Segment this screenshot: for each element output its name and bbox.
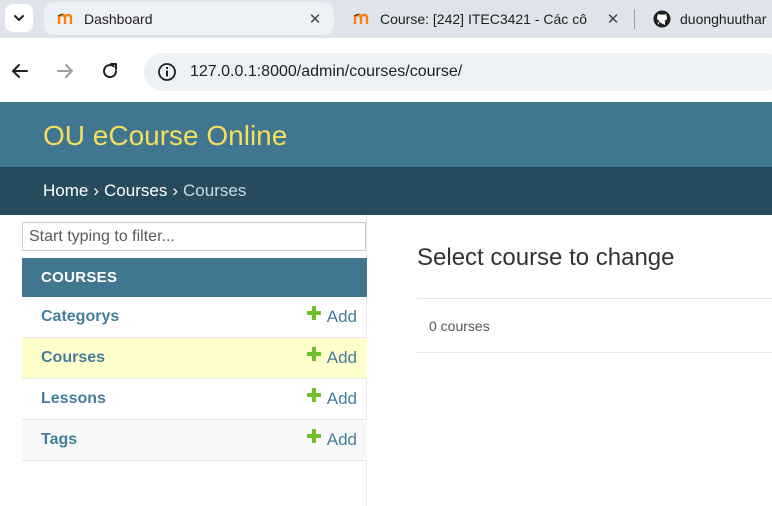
add-label: Add [326, 389, 357, 408]
add-label: Add [326, 307, 357, 326]
result-list: 0 courses [417, 298, 772, 353]
add-label: Add [326, 430, 357, 449]
result-count: 0 courses [429, 317, 490, 334]
url-text: 127.0.0.1:8000/admin/courses/course/ [190, 63, 463, 80]
plus-icon [306, 388, 321, 402]
plus-icon [306, 347, 321, 361]
info-icon[interactable] [156, 61, 178, 83]
nav-sidebar: Start typing to filter... COURSES Catego… [21, 215, 367, 506]
breadcrumb-current: Courses [183, 181, 247, 200]
tab-course-itec3421[interactable]: Course: [242] ITEC3421 - Các cô ✕ [340, 0, 632, 38]
module-caption-courses[interactable]: COURSES [22, 258, 367, 297]
tab-title: Dashboard [84, 10, 153, 27]
site-branding[interactable]: OU eCourse Online [43, 120, 287, 152]
sidebar-item-tags: Tags Add [22, 420, 367, 461]
tab-title: duonghuuthar [680, 11, 767, 27]
close-icon[interactable]: ✕ [304, 10, 326, 28]
browser-tab-strip: Dashboard ✕ Course: [242] ITEC3421 - Các… [0, 0, 772, 38]
sidebar-item-courses: Courses Add [22, 338, 367, 379]
arrow-right-icon [57, 64, 73, 78]
forward-button[interactable] [52, 58, 78, 84]
tab-search-button[interactable] [5, 4, 33, 32]
tab-dashboard[interactable]: Dashboard ✕ [44, 2, 334, 35]
back-button[interactable] [7, 58, 33, 84]
arrow-left-icon [12, 64, 28, 78]
model-link[interactable]: Courses [41, 349, 105, 367]
tab-github[interactable]: duonghuuthar [640, 0, 772, 38]
add-lessons-link[interactable]: Add [306, 388, 357, 409]
add-tags-link[interactable]: Add [306, 429, 357, 450]
reload-button[interactable] [97, 58, 123, 84]
breadcrumb-home[interactable]: Home [43, 181, 88, 201]
tab-title: Course: [242] ITEC3421 - Các cô [380, 11, 587, 27]
sidebar-item-lessons: Lessons Add [22, 379, 367, 420]
model-link[interactable]: Lessons [41, 390, 106, 408]
breadcrumb-separator: › [172, 181, 179, 200]
breadcrumb-separator: › [93, 181, 100, 200]
page-title: Select course to change [417, 244, 675, 271]
add-categorys-link[interactable]: Add [306, 306, 357, 327]
sidebar-item-categorys: Categorys Add [22, 297, 367, 338]
model-link[interactable]: Tags [41, 431, 77, 449]
model-link[interactable]: Categorys [41, 308, 119, 326]
site-header: OU eCourse Online [0, 102, 772, 167]
plus-icon [306, 429, 321, 443]
breadcrumb-app[interactable]: Courses [104, 181, 167, 201]
moodle-icon [56, 11, 76, 27]
breadcrumb: Home › Courses › Courses [0, 167, 772, 215]
close-icon[interactable]: ✕ [602, 10, 624, 28]
reload-icon [103, 63, 118, 79]
plus-icon [306, 306, 321, 320]
github-icon [652, 10, 672, 28]
add-courses-link[interactable]: Add [306, 347, 357, 368]
address-bar[interactable]: 127.0.0.1:8000/admin/courses/course/ [144, 53, 772, 91]
browser-toolbar: 127.0.0.1:8000/admin/courses/course/ [0, 38, 772, 102]
chevron-down-icon [14, 15, 24, 21]
add-label: Add [326, 348, 357, 367]
nav-filter-input[interactable]: Start typing to filter... [22, 222, 366, 251]
tab-separator [634, 9, 635, 29]
moodle-icon [352, 11, 372, 27]
